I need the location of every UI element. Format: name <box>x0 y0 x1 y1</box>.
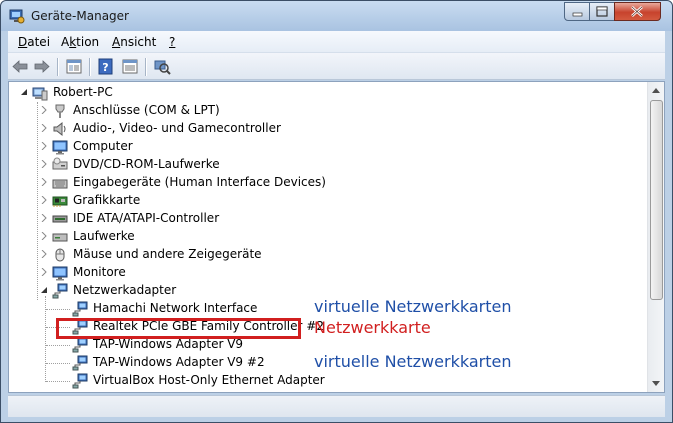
tree-category-label: Laufwerke <box>73 229 135 243</box>
tree-category[interactable]: Grafikkarte <box>9 192 639 210</box>
maximize-icon <box>596 6 608 17</box>
status-bar <box>8 395 665 417</box>
expand-arrow-icon[interactable] <box>40 160 48 168</box>
tree-category[interactable]: IDE ATA/ATAPI-Controller <box>9 210 639 228</box>
tree-category-label: Monitore <box>73 265 126 279</box>
tree-category-label: Netzwerkadapter <box>73 283 177 297</box>
help-icon[interactable]: ? <box>97 58 115 75</box>
annotation-virtual-2: virtuelle Netzwerkkarten <box>314 352 512 371</box>
tree-device-label: VirtualBox Host-Only Ethernet Adapter <box>93 373 325 387</box>
dvd-drive-icon <box>52 157 68 170</box>
computer-icon <box>32 87 48 101</box>
expand-arrow-icon[interactable] <box>40 250 48 258</box>
collapse-arrow-icon[interactable] <box>40 286 48 294</box>
tree-category-label: Eingabegeräte (Human Interface Devices) <box>73 175 326 189</box>
port-icon <box>55 104 65 118</box>
expand-arrow-icon[interactable] <box>40 124 48 132</box>
minimize-icon <box>572 12 583 17</box>
tree-device-label: TAP-Windows Adapter V9 <box>93 337 244 351</box>
network-adapter-icon <box>52 283 68 299</box>
tree-root-label: Robert-PC <box>53 85 113 99</box>
tree-category-label: IDE ATA/ATAPI-Controller <box>73 211 220 225</box>
menu-aktion[interactable]: Aktion <box>61 35 99 49</box>
expand-arrow-icon[interactable] <box>40 268 48 276</box>
highlight-box <box>56 318 301 339</box>
tree-category[interactable]: Anschlüsse (COM & LPT) <box>9 102 639 120</box>
tree-category[interactable]: Computer <box>9 138 639 156</box>
monitor-icon <box>52 140 68 155</box>
maximize-button[interactable] <box>589 2 615 21</box>
scroll-down-icon[interactable] <box>652 381 660 386</box>
device-manager-icon <box>9 9 25 24</box>
access-key: D <box>18 35 28 49</box>
scroll-thumb[interactable] <box>650 100 663 300</box>
tree-category-label: Computer <box>73 139 133 153</box>
access-key: A <box>112 35 121 49</box>
keyboard-icon <box>52 179 68 189</box>
network-adapter-icon <box>72 373 88 389</box>
window-title: Geräte-Manager <box>31 9 129 23</box>
expand-arrow-icon[interactable] <box>40 196 48 204</box>
menu-help[interactable]: ? <box>169 35 175 49</box>
expand-arrow-icon[interactable] <box>40 106 48 114</box>
forward-arrow-icon[interactable] <box>33 58 51 75</box>
monitor-icon <box>52 266 68 281</box>
collapse-arrow-icon[interactable] <box>20 88 28 96</box>
ide-controller-icon <box>52 215 68 223</box>
annotation-physical: Netzwerkkarte <box>314 318 431 337</box>
menu-bar: Datei Aktion Ansicht ? <box>8 31 665 53</box>
network-adapter-icon <box>72 301 88 317</box>
tree-category-label: Mäuse und andere Zeigegeräte <box>73 247 262 261</box>
scroll-up-icon[interactable] <box>652 88 660 93</box>
menu-datei[interactable]: Datei <box>18 35 50 49</box>
network-adapter-icon <box>72 337 88 353</box>
tree-category-label: Audio-, Video- und Gamecontroller <box>73 121 281 135</box>
minimize-button[interactable] <box>564 2 590 21</box>
vertical-scrollbar[interactable] <box>647 82 664 392</box>
toolbar-separator <box>89 58 90 76</box>
tree-category[interactable]: DVD/CD-ROM-Laufwerke <box>9 156 639 174</box>
graphics-card-icon <box>52 196 68 207</box>
tree-root[interactable]: Robert-PC <box>9 84 639 102</box>
expand-arrow-icon[interactable] <box>40 214 48 222</box>
svg-text:?: ? <box>102 61 108 74</box>
expand-arrow-icon[interactable] <box>40 232 48 240</box>
tree-category[interactable]: Monitore <box>9 264 639 282</box>
expand-arrow-icon[interactable] <box>40 178 48 186</box>
device-manager-window: Geräte-Manager Datei Aktion Ansicht ? ? … <box>0 0 673 423</box>
tree-category-label: Grafikkarte <box>73 193 141 207</box>
toolbar-separator <box>57 58 58 76</box>
mouse-icon <box>55 248 65 262</box>
access-key: ? <box>169 35 176 49</box>
tree-device[interactable]: VirtualBox Host-Only Ethernet Adapter <box>9 372 639 390</box>
tree-category[interactable]: Eingabegeräte (Human Interface Devices) <box>9 174 639 192</box>
tree-category-label: Anschlüsse (COM & LPT) <box>73 103 220 117</box>
access-key: k <box>69 35 77 49</box>
tree-category-label: DVD/CD-ROM-Laufwerke <box>73 157 220 171</box>
tree-device-label: Hamachi Network Interface <box>93 301 258 315</box>
close-button[interactable] <box>614 2 661 21</box>
properties-view-icon[interactable] <box>65 58 83 75</box>
speaker-icon <box>53 121 66 137</box>
tree-category[interactable]: Audio-, Video- und Gamecontroller <box>9 120 639 138</box>
details-view-icon[interactable] <box>121 58 139 75</box>
tree-category[interactable]: Mäuse und andere Zeigegeräte <box>9 246 639 264</box>
toolbar: ? <box>8 53 665 80</box>
scan-hardware-icon[interactable] <box>153 58 171 75</box>
hard-disk-icon <box>52 233 68 242</box>
annotation-virtual-1: virtuelle Netzwerkkarten <box>314 297 512 316</box>
title-bar[interactable]: Geräte-Manager <box>1 1 672 31</box>
device-tree[interactable]: Robert-PC Anschlüsse (COM & LPT) Audio-,… <box>8 81 665 393</box>
tree-category[interactable]: Laufwerke <box>9 228 639 246</box>
network-adapter-icon <box>72 355 88 371</box>
close-icon <box>631 6 643 17</box>
back-arrow-icon[interactable] <box>11 58 29 75</box>
expand-arrow-icon[interactable] <box>40 142 48 150</box>
menu-ansicht[interactable]: Ansicht <box>112 35 156 49</box>
toolbar-separator <box>145 58 146 76</box>
tree-device-label: TAP-Windows Adapter V9 #2 <box>93 355 265 369</box>
